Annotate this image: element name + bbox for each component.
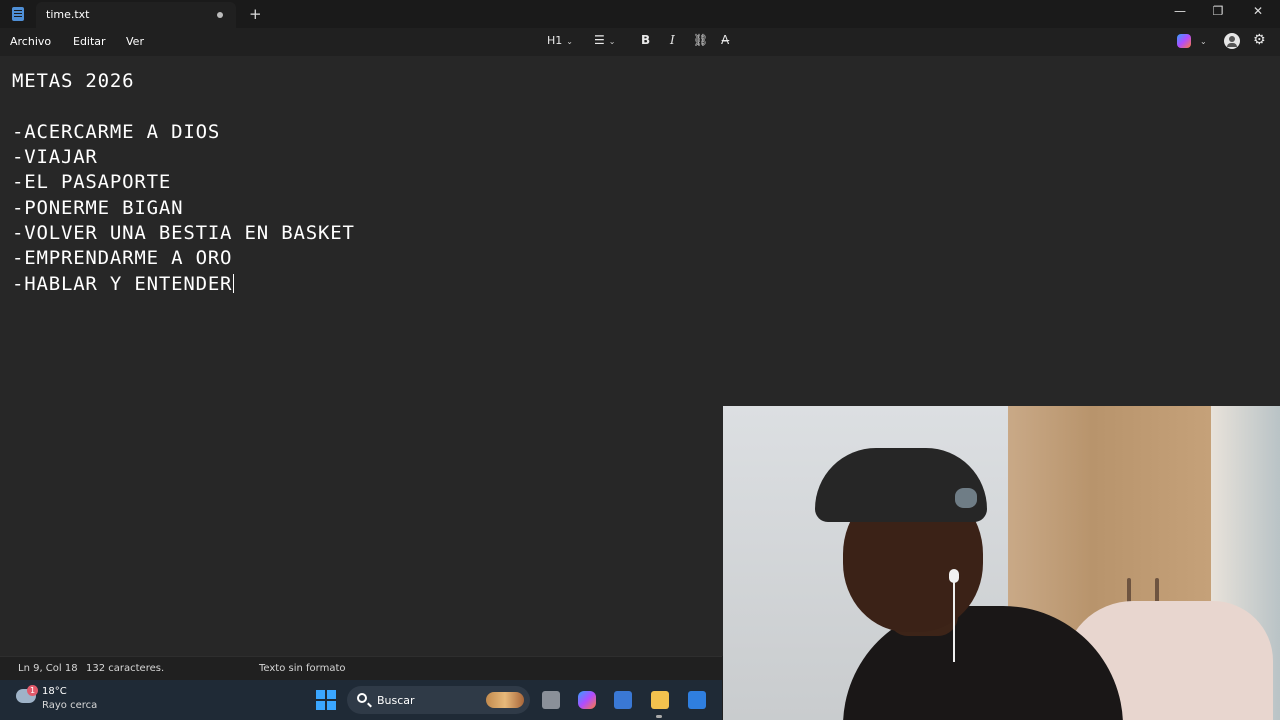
document-line: -PONERME BIGAN [12, 197, 184, 219]
file-explorer-icon[interactable] [651, 691, 669, 709]
taskbar: 1 18°C Rayo cerca Buscar [0, 680, 722, 720]
list-dropdown[interactable]: ☰ ⌄ [594, 33, 615, 47]
chevron-down-icon: ⌄ [608, 37, 616, 46]
tab-title: time.txt [46, 8, 90, 21]
weather-temperature: 18°C [42, 686, 67, 697]
minimize-button[interactable]: — [1170, 4, 1190, 18]
settings-gear-icon[interactable]: ⚙ [1253, 32, 1266, 48]
chevron-down-icon: ⌄ [566, 37, 573, 46]
character-count: 132 caracteres. [86, 663, 165, 674]
webcam-overlay [723, 406, 1280, 720]
status-bar: Ln 9, Col 18 132 caracteres. Texto sin f… [0, 656, 722, 680]
document-line: -ACERCARME A DIOS [12, 121, 221, 143]
format-indicator[interactable]: Texto sin formato [259, 663, 346, 674]
unsaved-dot-icon[interactable] [217, 12, 223, 18]
document-line: -EL PASAPORTE [12, 171, 172, 193]
menu-ver[interactable]: Ver [126, 35, 144, 48]
document-line: -VOLVER UNA BESTIA EN BASKET [12, 222, 355, 244]
list-icon: ☰ [594, 33, 605, 47]
clear-formatting-icon[interactable]: A̶ [721, 33, 729, 47]
title-bar: time.txt + — ❐ ✕ [0, 0, 1280, 28]
current-line-text: -HABLAR Y ENTENDER [12, 273, 233, 295]
task-view-icon[interactable] [542, 691, 560, 709]
chevron-down-icon: ⌄ [1200, 37, 1207, 46]
text-caret [233, 274, 235, 293]
tab-time-txt[interactable]: time.txt [36, 2, 236, 28]
app-icon[interactable] [688, 691, 706, 709]
baseball-cap [815, 448, 987, 522]
search-icon [357, 693, 367, 703]
italic-button[interactable]: I [670, 33, 675, 47]
cursor-position: Ln 9, Col 18 [18, 663, 78, 674]
bold-button[interactable]: B [641, 33, 650, 47]
windows-start-icon[interactable] [316, 690, 336, 710]
link-icon[interactable]: ⛓ [693, 33, 708, 47]
menu-editar[interactable]: Editar [73, 35, 106, 48]
new-tab-button[interactable]: + [249, 5, 262, 23]
microsoft-store-icon[interactable] [614, 691, 632, 709]
document-line: -VIAJAR [12, 146, 98, 168]
close-button[interactable]: ✕ [1248, 4, 1268, 18]
active-app-indicator [656, 715, 662, 718]
copilot-icon[interactable] [1177, 34, 1191, 48]
document-line: METAS 2026 [12, 70, 135, 92]
taskbar-search-box[interactable]: Buscar [347, 686, 530, 714]
weather-alert-badge: 1 [27, 685, 38, 696]
maximize-button[interactable]: ❐ [1208, 4, 1228, 18]
document-line-current: -HABLAR Y ENTENDER [12, 273, 235, 295]
menu-archivo[interactable]: Archivo [10, 35, 51, 48]
heading-dropdown[interactable]: H1 ⌄ [547, 34, 573, 47]
earbud [949, 569, 959, 583]
search-label: Buscar [377, 694, 415, 707]
notepad-app-icon [12, 7, 24, 21]
document-line: -EMPRENDARME A ORO [12, 247, 233, 269]
copilot-taskbar-icon[interactable] [578, 691, 596, 709]
heading-label: H1 [547, 34, 563, 47]
menu-bar: Archivo Editar Ver H1 ⌄ ☰ ⌄ B I ⛓ A̶ ⌄ ⚙ [0, 28, 1280, 56]
earbud-cable [953, 582, 955, 662]
copilot-dropdown[interactable]: ⌄ [1196, 33, 1207, 47]
cap-logo [955, 488, 977, 508]
account-avatar-icon[interactable] [1224, 33, 1240, 49]
weather-description: Rayo cerca [42, 700, 98, 711]
search-highlight-image [486, 692, 524, 708]
